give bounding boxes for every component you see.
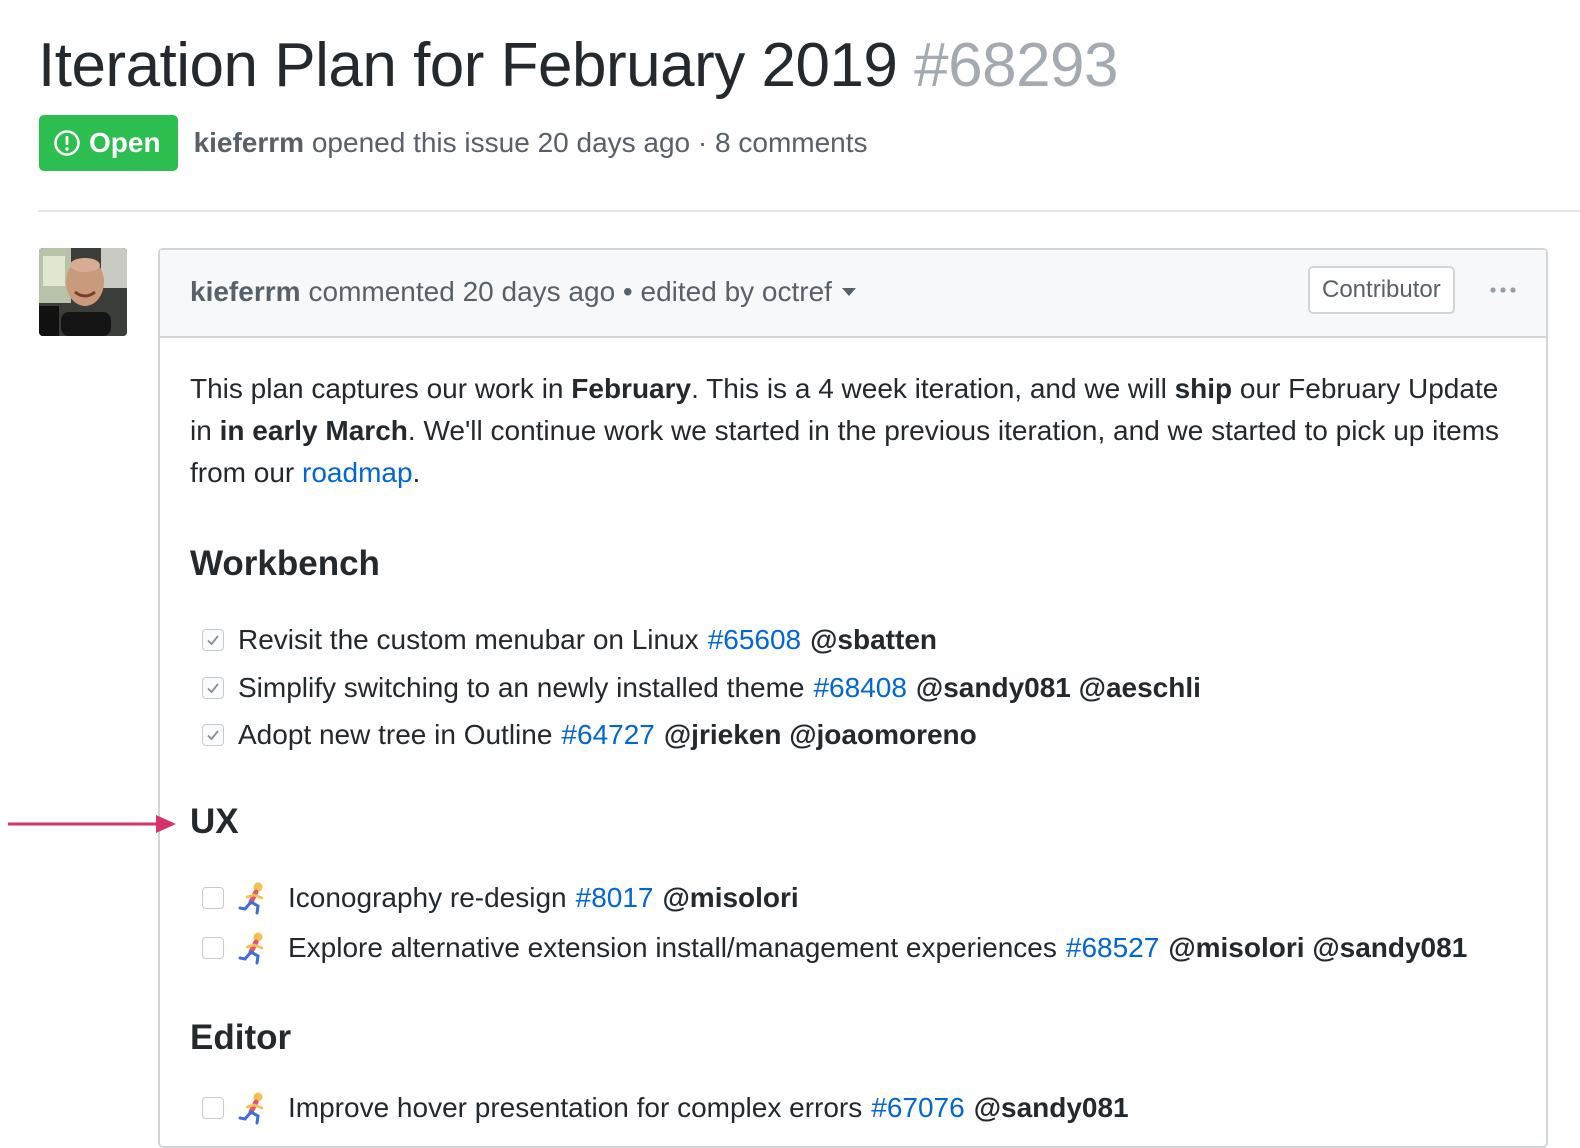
- header-divider: [38, 210, 1580, 212]
- comment-meta: kieferrm commented 20 days ago • edited …: [190, 276, 856, 308]
- check-icon: [207, 635, 219, 646]
- task-checkbox[interactable]: [202, 937, 224, 959]
- mention-links[interactable]: @sbatten: [810, 624, 937, 656]
- task-checkbox-checked[interactable]: [202, 629, 224, 651]
- comment-body: This plan captures our work in February.…: [190, 368, 1510, 1125]
- issue-link[interactable]: #68527: [1066, 932, 1159, 964]
- issue-link[interactable]: #64727: [561, 719, 654, 751]
- comment-meta-text: commented 20 days ago • edited by octref: [308, 276, 832, 307]
- intro-paragraph: This plan captures our work in February.…: [190, 368, 1510, 494]
- state-label: Open: [89, 127, 161, 158]
- issue-link[interactable]: #68408: [813, 672, 906, 704]
- intro-text-5: .: [412, 457, 421, 488]
- check-icon: [207, 730, 219, 741]
- comment-header: kieferrm commented 20 days ago • edited …: [160, 250, 1546, 338]
- task-text: Explore alternative extension install/ma…: [288, 932, 1057, 963]
- section-heading-workbench: Workbench: [190, 544, 380, 583]
- annotation-arrow-icon: [8, 815, 176, 833]
- task-text: Simplify switching to an newly installed…: [238, 672, 805, 703]
- contributor-badge: Contributor: [1308, 266, 1455, 314]
- check-icon: [207, 683, 219, 694]
- open-state-badge: Open: [39, 115, 178, 171]
- runner-emoji-icon: [238, 882, 264, 915]
- task-checkbox-checked[interactable]: [202, 677, 224, 699]
- task-item: Improve hover presentation for complex e…: [190, 1088, 1129, 1128]
- task-item: Iconography re-design #8017 @misolori: [190, 878, 799, 918]
- mention-links[interactable]: @sandy081: [974, 1092, 1129, 1124]
- avatar[interactable]: [39, 248, 127, 336]
- issue-opened-icon: [54, 130, 80, 156]
- task-text: Iconography re-design: [288, 882, 567, 913]
- task-item: Simplify switching to an newly installed…: [190, 668, 1201, 708]
- roadmap-link[interactable]: roadmap: [302, 457, 413, 488]
- task-checkbox[interactable]: [202, 887, 224, 909]
- issue-number: #68293: [914, 31, 1119, 100]
- intro-bold-1: February: [571, 373, 692, 404]
- intro-text-1: This plan captures our work in: [190, 373, 572, 404]
- runner-emoji-icon: [238, 1092, 264, 1125]
- issue-link[interactable]: #65608: [708, 624, 801, 656]
- issue-link[interactable]: #67076: [871, 1092, 964, 1124]
- mention-links[interactable]: @jrieken @joaomoreno: [664, 719, 977, 751]
- task-text: Adopt new tree in Outline: [238, 719, 553, 750]
- chevron-down-icon[interactable]: [841, 288, 856, 296]
- intro-text-2: . This is a 4 week iteration, and we wil…: [691, 373, 1175, 404]
- more-options-icon[interactable]: [1488, 278, 1518, 302]
- issue-author-link[interactable]: kieferrm: [194, 127, 305, 158]
- task-item: Revisit the custom menubar on Linux #656…: [190, 620, 937, 660]
- comment-box: kieferrm commented 20 days ago • edited …: [158, 248, 1548, 1148]
- runner-emoji-icon: [238, 932, 264, 965]
- section-heading-editor: Editor: [190, 1018, 292, 1057]
- issue-meta-text: kieferrm opened this issue 20 days ago ·…: [194, 127, 868, 159]
- intro-bold-2: ship: [1174, 373, 1233, 404]
- avatar-photo: [39, 248, 127, 336]
- mention-links[interactable]: @misolori @sandy081: [1168, 932, 1467, 964]
- task-item: Explore alternative extension install/ma…: [190, 928, 1467, 968]
- task-text: Improve hover presentation for complex e…: [288, 1092, 863, 1123]
- intro-bold-3: in early March: [219, 415, 408, 446]
- task-checkbox[interactable]: [202, 1097, 224, 1119]
- task-checkbox-checked[interactable]: [202, 724, 224, 746]
- issue-title: Iteration Plan for February 2019 #68293: [38, 28, 1119, 104]
- task-item: Adopt new tree in Outline #64727 @jrieke…: [190, 715, 977, 755]
- issue-meta-row: Open kieferrm opened this issue 20 days …: [39, 115, 868, 171]
- task-text: Revisit the custom menubar on Linux: [238, 624, 699, 655]
- comment-author-link[interactable]: kieferrm: [190, 276, 301, 308]
- issue-title-text: Iteration Plan for February 2019: [38, 31, 898, 100]
- issue-link[interactable]: #8017: [576, 882, 654, 914]
- mention-links[interactable]: @misolori: [663, 882, 799, 914]
- section-heading-ux: UX: [190, 802, 239, 841]
- mention-links[interactable]: @sandy081 @aeschli: [916, 672, 1201, 704]
- issue-meta-suffix: opened this issue 20 days ago · 8 commen…: [311, 127, 868, 158]
